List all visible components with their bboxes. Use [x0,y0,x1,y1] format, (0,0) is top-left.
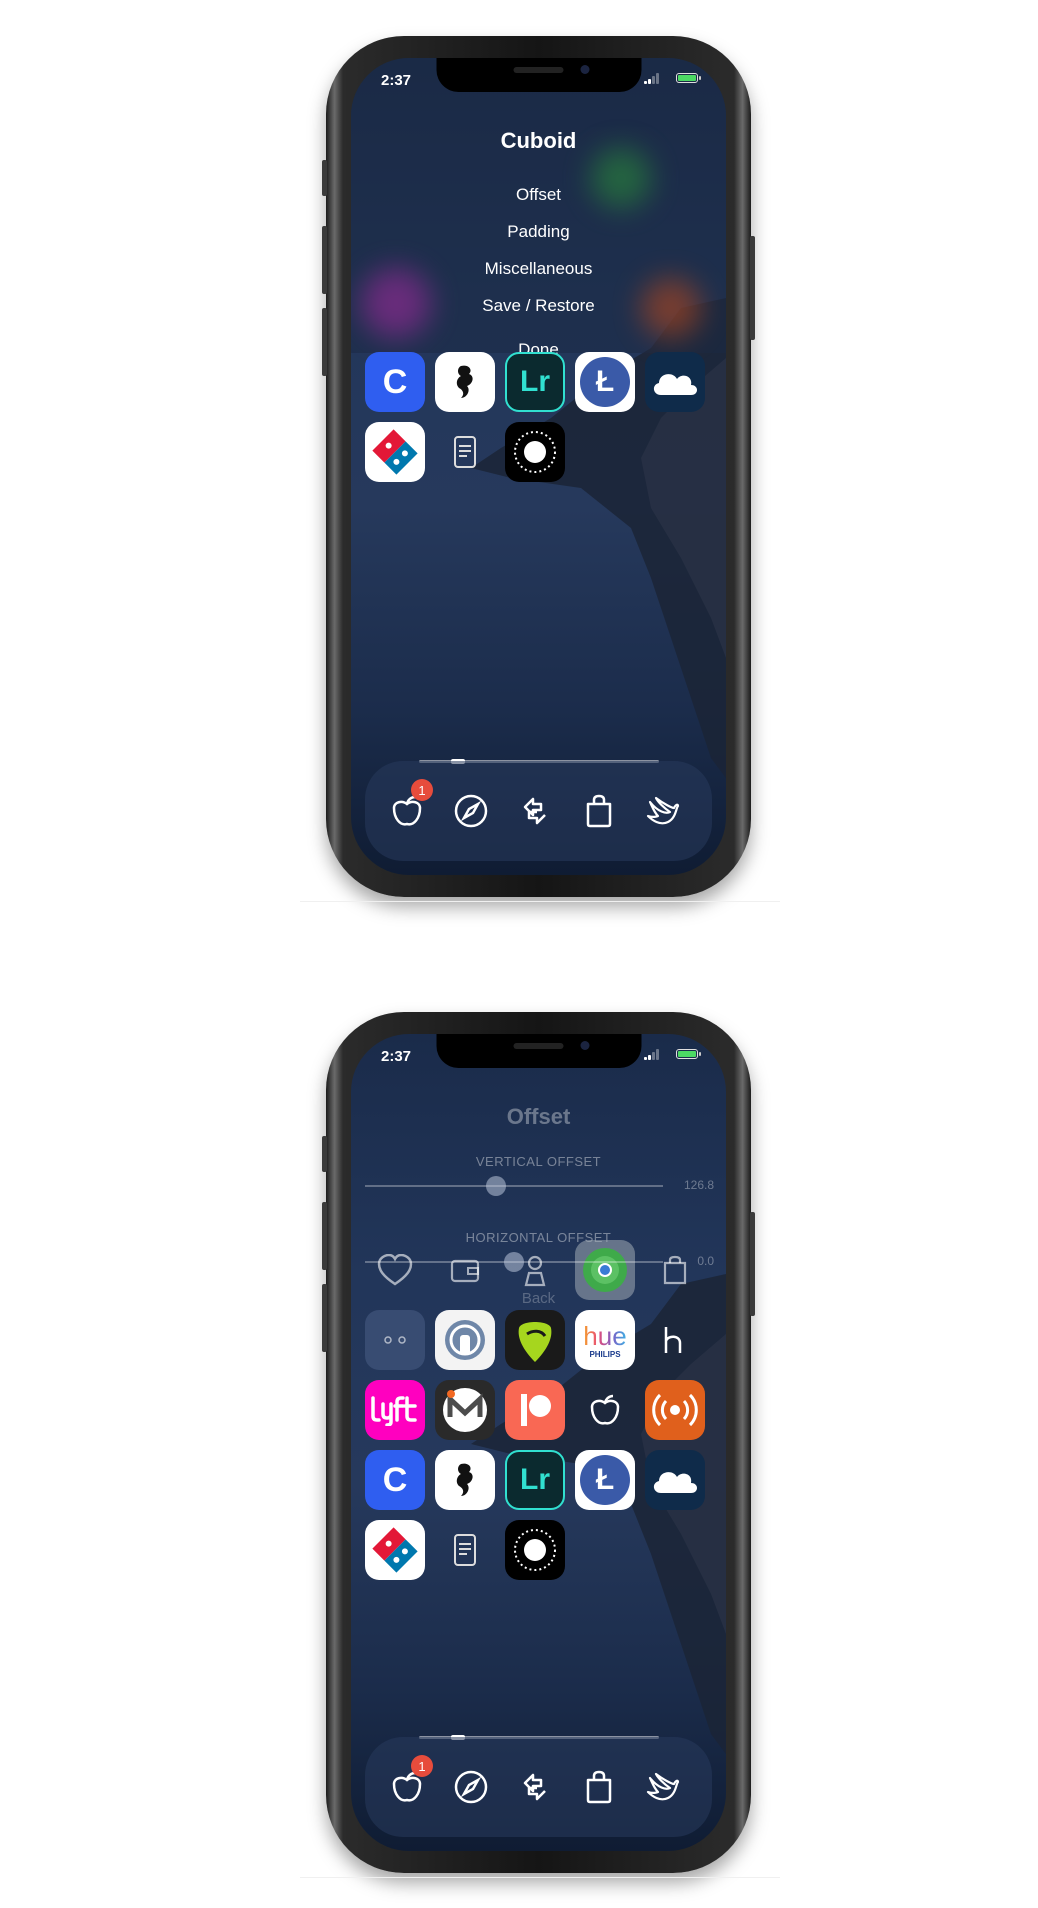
horizontal-offset-knob[interactable] [504,1252,524,1272]
signal-icon [644,1049,662,1060]
vertical-offset-value: 126.8 [683,1178,714,1192]
broadcast-app-icon[interactable] [645,1380,705,1440]
phone-file-icon[interactable] [435,1520,495,1580]
grocery-fruit-icon[interactable] [575,1380,635,1440]
apple-fruit-icon[interactable]: 1 [383,1755,433,1811]
menu-item-save-restore[interactable]: Save / Restore [351,296,726,316]
volume-down-button [322,308,327,376]
litecoin-app-icon[interactable]: Ł [575,352,635,412]
power-button [750,1212,755,1316]
status-time: 2:37 [381,72,412,89]
lightroom-app-icon[interactable]: Lr [505,352,565,412]
mute-switch [322,1136,327,1172]
widget-folder-icon[interactable] [365,1310,425,1370]
guitar-pick-app-icon[interactable] [505,1310,565,1370]
swift-bird-icon[interactable] [639,787,687,835]
apple-fruit-icon[interactable]: 1 [383,779,433,835]
houzz-icon[interactable] [645,1310,705,1370]
swift-bird-icon[interactable] [639,1763,687,1811]
philips-hue-app-icon[interactable]: hue PHILIPS [575,1310,635,1370]
vertical-offset-slider[interactable] [365,1176,663,1196]
battery-icon [676,1049,698,1059]
seahorse-app-icon[interactable] [435,1450,495,1510]
horizontal-offset-slider[interactable] [365,1252,663,1272]
dock: 1 [365,761,712,861]
divider [300,901,780,902]
notch [436,58,641,92]
lightroom-app-icon[interactable]: Lr [505,1450,565,1510]
phone-file-icon[interactable] [435,422,495,482]
c-app-icon[interactable]: C [365,352,425,412]
compass-icon[interactable] [447,1763,495,1811]
battery-tip [699,76,701,80]
signal-icon [644,73,662,84]
menu-title: Cuboid [500,128,577,153]
power-button [750,236,755,340]
litecoin-symbol: Ł [580,357,630,407]
hue-wordmark: hue [583,1321,627,1351]
battery-tip [699,1052,701,1056]
vertical-offset-knob[interactable] [486,1176,507,1196]
battery-icon [676,73,698,83]
philips-wordmark: PHILIPS [589,1350,621,1359]
cuboid-menu-panel: Cuboid Offset Padding Miscellaneous Save… [351,58,726,359]
compass-icon[interactable] [447,787,495,835]
volume-up-button [322,1202,327,1270]
back-button[interactable]: Back [351,1290,726,1307]
record-app-icon[interactable] [505,1520,565,1580]
speaker [513,1043,564,1049]
monero-app-icon[interactable] [435,1380,495,1440]
phone-frame-bottom: 2:37 Offset VERTICAL OFFSET 126.8 HORIZO… [322,1012,755,1873]
horizontal-offset-value: 0.0 [697,1254,714,1268]
cloud-app-icon[interactable] [645,352,705,412]
front-camera [580,65,589,74]
volume-up-button [322,226,327,294]
lyft-app-icon[interactable] [365,1380,425,1440]
screen-bottom: 2:37 Offset VERTICAL OFFSET 126.8 HORIZO… [351,1034,726,1851]
patreon-app-icon[interactable] [505,1380,565,1440]
record-app-icon[interactable] [505,422,565,482]
dominos-app-icon[interactable] [365,422,425,482]
divider [300,1877,780,1878]
transfer-arrows-icon[interactable] [511,1763,559,1811]
transfer-arrows-icon[interactable] [511,787,559,835]
offset-title: Offset [506,1104,571,1129]
shopping-bag-icon[interactable] [575,787,623,835]
litecoin-app-icon[interactable]: Ł [575,1450,635,1510]
vertical-offset-label: VERTICAL OFFSET [475,1154,602,1169]
menu-item-offset[interactable]: Offset [351,185,726,205]
volume-down-button [322,1284,327,1352]
c-app-icon[interactable]: C [365,1450,425,1510]
notification-badge: 1 [411,779,433,801]
dock: 1 [365,1737,712,1837]
front-camera [580,1041,589,1050]
cloud-app-icon[interactable] [645,1450,705,1510]
notch [436,1034,641,1068]
menu-item-miscellaneous[interactable]: Miscellaneous [351,259,726,279]
speaker [513,67,564,73]
notification-badge: 1 [411,1755,433,1777]
screen-top: Cuboid Offset Padding Miscellaneous Save… [351,58,726,875]
status-time: 2:37 [381,1048,412,1065]
dominos-app-icon[interactable] [365,1520,425,1580]
mute-switch [322,160,327,196]
phone-frame-top: Cuboid Offset Padding Miscellaneous Save… [322,36,755,897]
pi-hole-app-icon[interactable] [435,1310,495,1370]
shopping-bag-icon[interactable] [575,1763,623,1811]
seahorse-app-icon[interactable] [435,352,495,412]
litecoin-symbol: Ł [580,1455,630,1505]
menu-item-padding[interactable]: Padding [351,222,726,242]
